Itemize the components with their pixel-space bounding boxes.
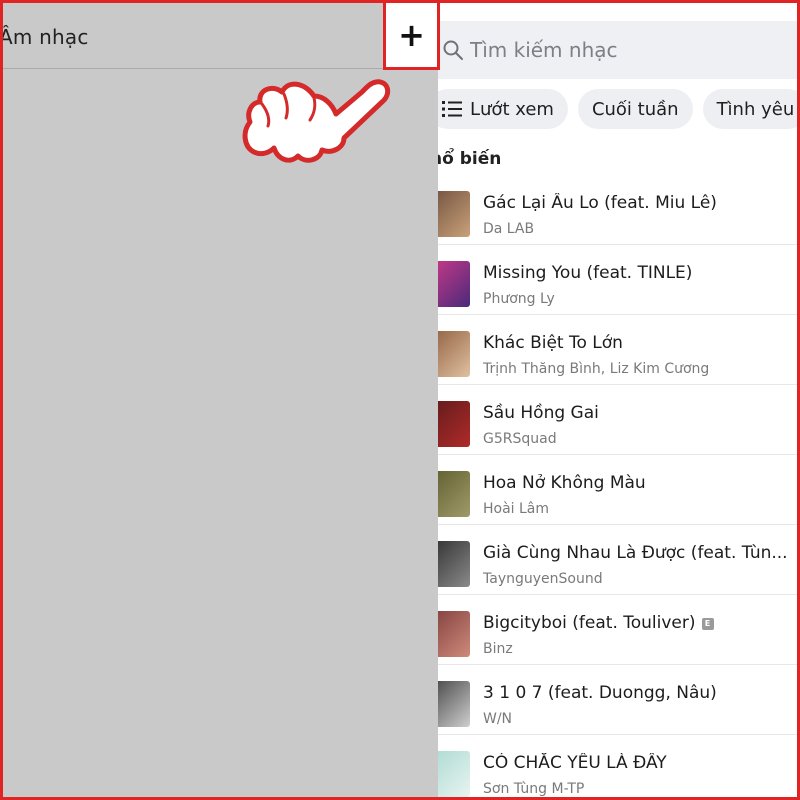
song-item[interactable]: Sầu Hồng Gai G5RSquad <box>438 385 797 455</box>
song-item[interactable]: Gác Lại Âu Lo (feat. Miu Lê) Da LAB <box>438 175 797 245</box>
chip-weekend[interactable]: Cuối tuần <box>577 89 693 129</box>
song-artist: Binz <box>483 641 513 657</box>
category-chips: Lướt xem Cuối tuần Tình yêu <box>438 89 797 131</box>
song-title: Khác Biệt To Lớn <box>483 333 623 353</box>
album-art <box>438 751 470 797</box>
song-artist: Da LAB <box>483 221 535 237</box>
song-item[interactable]: Bigcityboi (feat. Touliver) E Binz <box>438 595 797 665</box>
song-item[interactable]: Hoa Nở Không Màu Hoài Lâm <box>438 455 797 525</box>
song-title: Missing You (feat. TINLE) <box>483 263 693 283</box>
album-art <box>438 191 470 237</box>
song-artist: Phương Ly <box>483 291 555 307</box>
song-title: CÓ CHẮC YÊU LÀ ĐÂY <box>483 753 667 773</box>
search-bar[interactable]: Tìm kiếm nhạc <box>438 21 797 79</box>
song-title: Bigcityboi (feat. Touliver) E <box>483 613 793 633</box>
chip-label: Cuối tuần <box>591 98 679 120</box>
song-artist: Trịnh Thăng Bình, Liz Kim Cương <box>483 361 710 377</box>
section-title-popular: hổ biến <box>438 149 502 169</box>
song-item[interactable]: Già Cùng Nhau Là Được (feat. Tùn... Tayn… <box>438 525 797 595</box>
search-icon <box>443 40 463 60</box>
song-title-text: Bigcityboi (feat. Touliver) <box>483 613 696 633</box>
album-art <box>438 471 470 517</box>
song-artist: G5RSquad <box>483 431 557 447</box>
album-art <box>438 401 470 447</box>
album-art <box>438 611 470 657</box>
song-title: Hoa Nở Không Màu <box>483 473 646 493</box>
song-title: Sầu Hồng Gai <box>483 403 599 423</box>
song-artist: Hoài Lâm <box>483 501 550 517</box>
song-item[interactable]: CÓ CHẮC YÊU LÀ ĐÂY Sơn Tùng M-TP <box>438 735 797 797</box>
album-art <box>438 261 470 307</box>
chip-love[interactable]: Tình yêu <box>702 89 797 129</box>
song-title: 3 1 0 7 (feat. Duongg, Nâu) <box>483 683 717 703</box>
song-list: Gác Lại Âu Lo (feat. Miu Lê) Da LAB Miss… <box>438 175 797 797</box>
song-artist: W/N <box>483 711 513 727</box>
list-icon <box>442 101 462 117</box>
chip-label: Tình yêu <box>716 98 795 120</box>
album-art <box>438 331 470 377</box>
song-item[interactable]: Missing You (feat. TINLE) Phương Ly <box>438 245 797 315</box>
explicit-badge: E <box>701 618 714 630</box>
album-art <box>438 541 470 587</box>
song-item[interactable]: 3 1 0 7 (feat. Duongg, Nâu) W/N <box>438 665 797 735</box>
plus-icon: + <box>398 16 425 54</box>
page-title: Âm nhạc <box>0 25 89 49</box>
chip-label: Lướt xem <box>470 98 554 120</box>
pointing-hand-icon <box>242 79 391 163</box>
search-input[interactable]: Tìm kiếm nhạc <box>470 38 618 62</box>
song-item[interactable]: Khác Biệt To Lớn Trịnh Thăng Bình, Liz K… <box>438 315 797 385</box>
song-title: Già Cùng Nhau Là Được (feat. Tùn... <box>483 543 788 563</box>
music-picker-panel: Tìm kiếm nhạc Lướt xem Cuối tuần Tình yê… <box>438 3 797 797</box>
chip-browse[interactable]: Lướt xem <box>438 89 568 129</box>
song-artist: Sơn Tùng M-TP <box>483 781 585 797</box>
album-art <box>438 681 470 727</box>
song-artist: TaynguyenSound <box>483 571 603 587</box>
song-title: Gác Lại Âu Lo (feat. Miu Lê) <box>483 193 717 213</box>
